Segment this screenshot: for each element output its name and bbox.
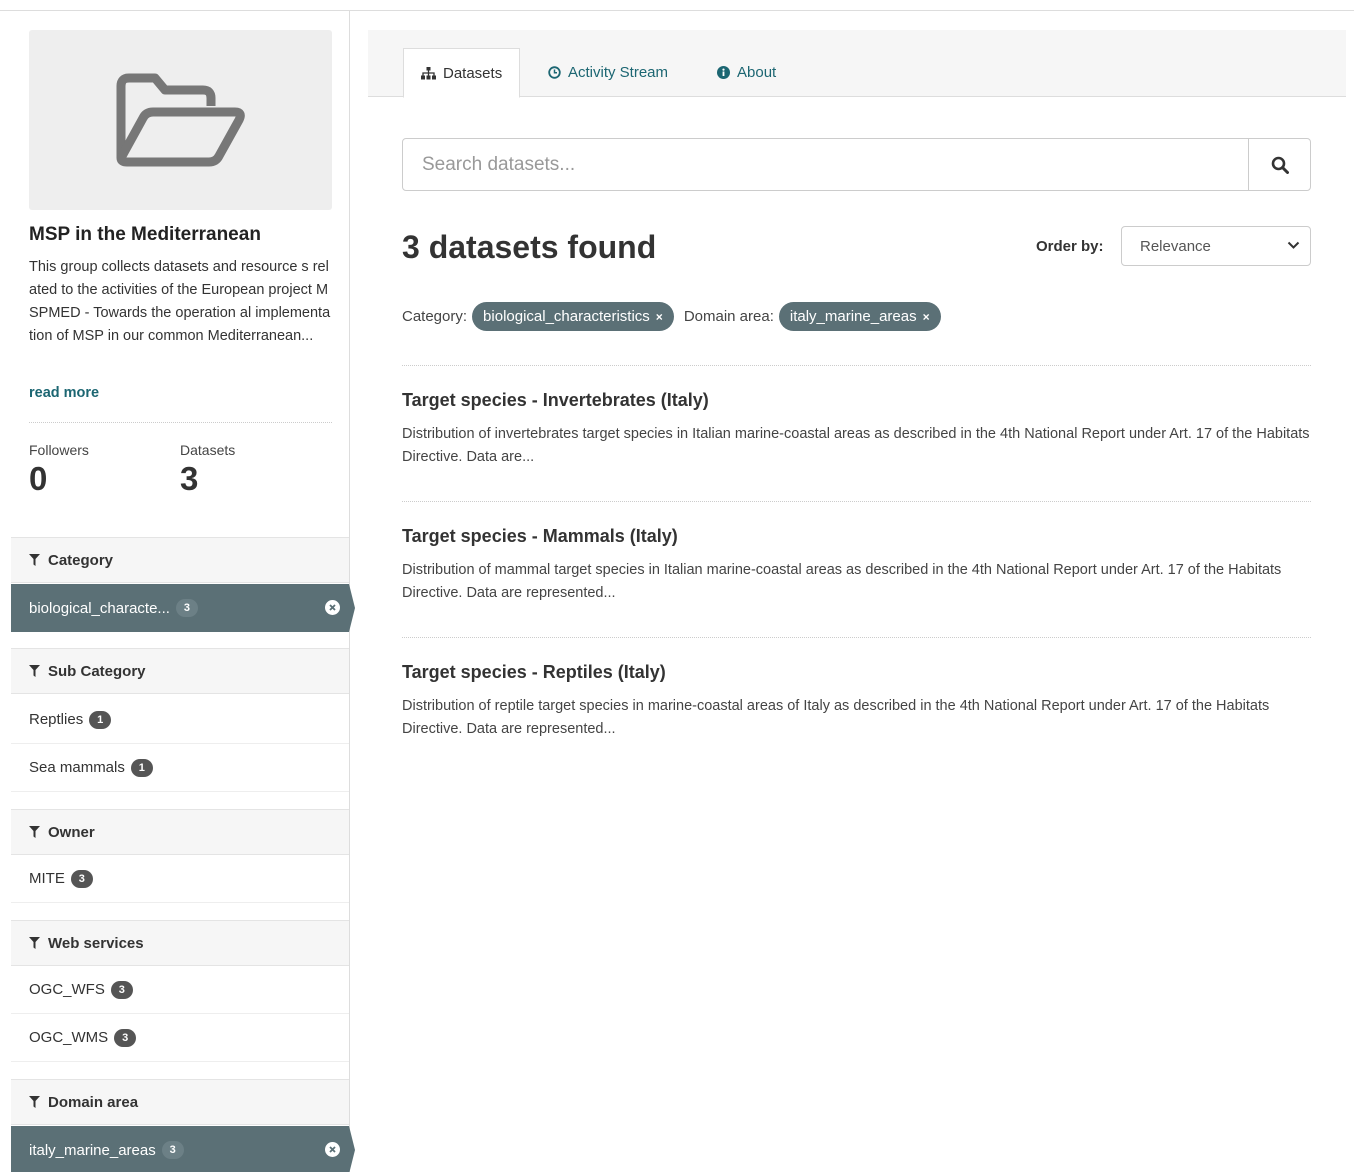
facet-item-label: OGC_WMS bbox=[29, 1029, 109, 1046]
facet-item-reptlies[interactable]: Reptlies 1 bbox=[11, 696, 349, 744]
followers-count: 0 bbox=[29, 460, 48, 497]
group-title: MSP in the Mediterranean bbox=[29, 224, 261, 245]
filter-icon bbox=[29, 554, 40, 566]
count-badge: 1 bbox=[89, 710, 112, 729]
followers-stat: Followers 0 bbox=[29, 442, 89, 498]
facet-item-ogc-wfs[interactable]: OGC_WFS 3 bbox=[11, 966, 349, 1014]
dataset-divider bbox=[402, 365, 1311, 366]
count-badge: 3 bbox=[114, 1028, 137, 1047]
sidebar: MSP in the Mediterranean This group coll… bbox=[11, 11, 355, 1172]
dataset-divider bbox=[402, 637, 1311, 638]
facet-heading-owner: Owner bbox=[11, 809, 349, 855]
remove-filter-icon[interactable]: × bbox=[656, 310, 663, 324]
facet-heading-domain-area: Domain area bbox=[11, 1079, 349, 1125]
count-badge: 1 bbox=[130, 758, 153, 777]
dataset-title[interactable]: Target species - Reptiles (Italy) bbox=[402, 662, 666, 683]
order-by-label: Order by: bbox=[1036, 238, 1104, 255]
folder-open-icon bbox=[116, 73, 245, 167]
search-input[interactable] bbox=[403, 139, 1248, 190]
filter-icon bbox=[29, 1096, 40, 1108]
facet-item-label: MITE bbox=[29, 870, 65, 887]
facet-item-label: Reptlies bbox=[29, 711, 84, 728]
facet-title: Web services bbox=[48, 934, 144, 952]
results-count-heading: 3 datasets found bbox=[402, 229, 657, 265]
dataset-title[interactable]: Target species - Invertebrates (Italy) bbox=[402, 390, 709, 411]
chevron-down-icon bbox=[1287, 241, 1300, 249]
group-image bbox=[29, 30, 332, 210]
remove-filter-icon[interactable] bbox=[325, 1142, 340, 1157]
facet-heading-web-services: Web services bbox=[11, 920, 349, 966]
filter-pill-value: italy_marine_areas bbox=[789, 308, 917, 325]
count-badge: 3 bbox=[175, 599, 198, 617]
facet-item-label: OGC_WFS bbox=[29, 981, 105, 998]
order-by-select[interactable]: Relevance bbox=[1121, 226, 1311, 266]
filter-icon bbox=[29, 937, 40, 949]
remove-filter-icon[interactable]: × bbox=[923, 310, 930, 324]
dataset-notes: Distribution of mammal target species in… bbox=[402, 562, 1282, 601]
tab-label: Activity Stream bbox=[568, 64, 669, 81]
facet-title: Category bbox=[48, 551, 114, 569]
filter-icon bbox=[29, 826, 40, 838]
facet-item-italy-marine-areas[interactable]: italy_marine_areas 3 bbox=[11, 1126, 355, 1172]
group-description: This group collects datasets and resourc… bbox=[29, 259, 331, 344]
read-more-link[interactable]: read more bbox=[29, 385, 99, 401]
facet-item-mite[interactable]: MITE 3 bbox=[11, 855, 349, 903]
tab-about[interactable]: About bbox=[717, 48, 776, 97]
filter-pill-domain-area[interactable]: italy_marine_areas × bbox=[778, 302, 941, 331]
count-badge: 3 bbox=[161, 1141, 184, 1159]
divider bbox=[29, 422, 332, 423]
facet-title: Domain area bbox=[48, 1093, 139, 1111]
facet-title: Sub Category bbox=[48, 662, 146, 680]
facet-item-label: italy_marine_areas bbox=[29, 1141, 156, 1159]
dataset-notes: Distribution of invertebrates target spe… bbox=[402, 426, 1310, 465]
filter-pill-value: biological_characteristics bbox=[483, 308, 650, 325]
filter-icon bbox=[29, 665, 40, 677]
datasets-label: Datasets bbox=[180, 442, 236, 458]
filter-domain-label: Domain area: bbox=[683, 308, 774, 325]
facet-heading-sub-category: Sub Category bbox=[11, 648, 349, 694]
count-badge: 3 bbox=[110, 980, 133, 999]
dataset-divider bbox=[402, 501, 1311, 502]
content-tabs: Datasets Activity Stream About bbox=[368, 30, 1346, 98]
dataset-notes: Distribution of reptile target species i… bbox=[402, 698, 1270, 737]
sitemap-icon bbox=[421, 66, 436, 79]
facet-item-label: biological_characte... bbox=[29, 599, 170, 617]
datasets-count: 3 bbox=[180, 460, 199, 497]
count-badge: 3 bbox=[70, 869, 93, 888]
facet-title: Owner bbox=[48, 823, 95, 841]
active-filters: Category: biological_characteristics × D… bbox=[402, 302, 951, 331]
search-form bbox=[402, 138, 1311, 191]
remove-filter-icon[interactable] bbox=[325, 600, 340, 615]
facet-item-biological-characteristics[interactable]: biological_characte... 3 bbox=[11, 584, 355, 632]
datasets-stat: Datasets 3 bbox=[180, 442, 235, 498]
search-button[interactable] bbox=[1248, 139, 1310, 190]
tab-label: About bbox=[737, 64, 777, 81]
facet-item-sea-mammals[interactable]: Sea mammals 1 bbox=[11, 744, 349, 792]
order-by-value: Relevance bbox=[1140, 237, 1211, 255]
facet-item-label: Sea mammals bbox=[29, 759, 125, 776]
tab-activity-stream[interactable]: Activity Stream bbox=[548, 48, 668, 97]
tab-label: Datasets bbox=[443, 64, 503, 82]
clock-icon bbox=[548, 66, 561, 79]
followers-label: Followers bbox=[29, 442, 89, 458]
facet-heading-category: Category bbox=[11, 537, 349, 583]
facet-item-ogc-wms[interactable]: OGC_WMS 3 bbox=[11, 1014, 349, 1062]
search-icon bbox=[1271, 156, 1289, 174]
filter-category-label: Category: bbox=[402, 308, 468, 325]
dataset-title[interactable]: Target species - Mammals (Italy) bbox=[402, 526, 678, 547]
filter-pill-category[interactable]: biological_characteristics × bbox=[472, 302, 674, 331]
info-icon bbox=[717, 66, 730, 79]
tab-datasets[interactable]: Datasets bbox=[403, 48, 521, 98]
